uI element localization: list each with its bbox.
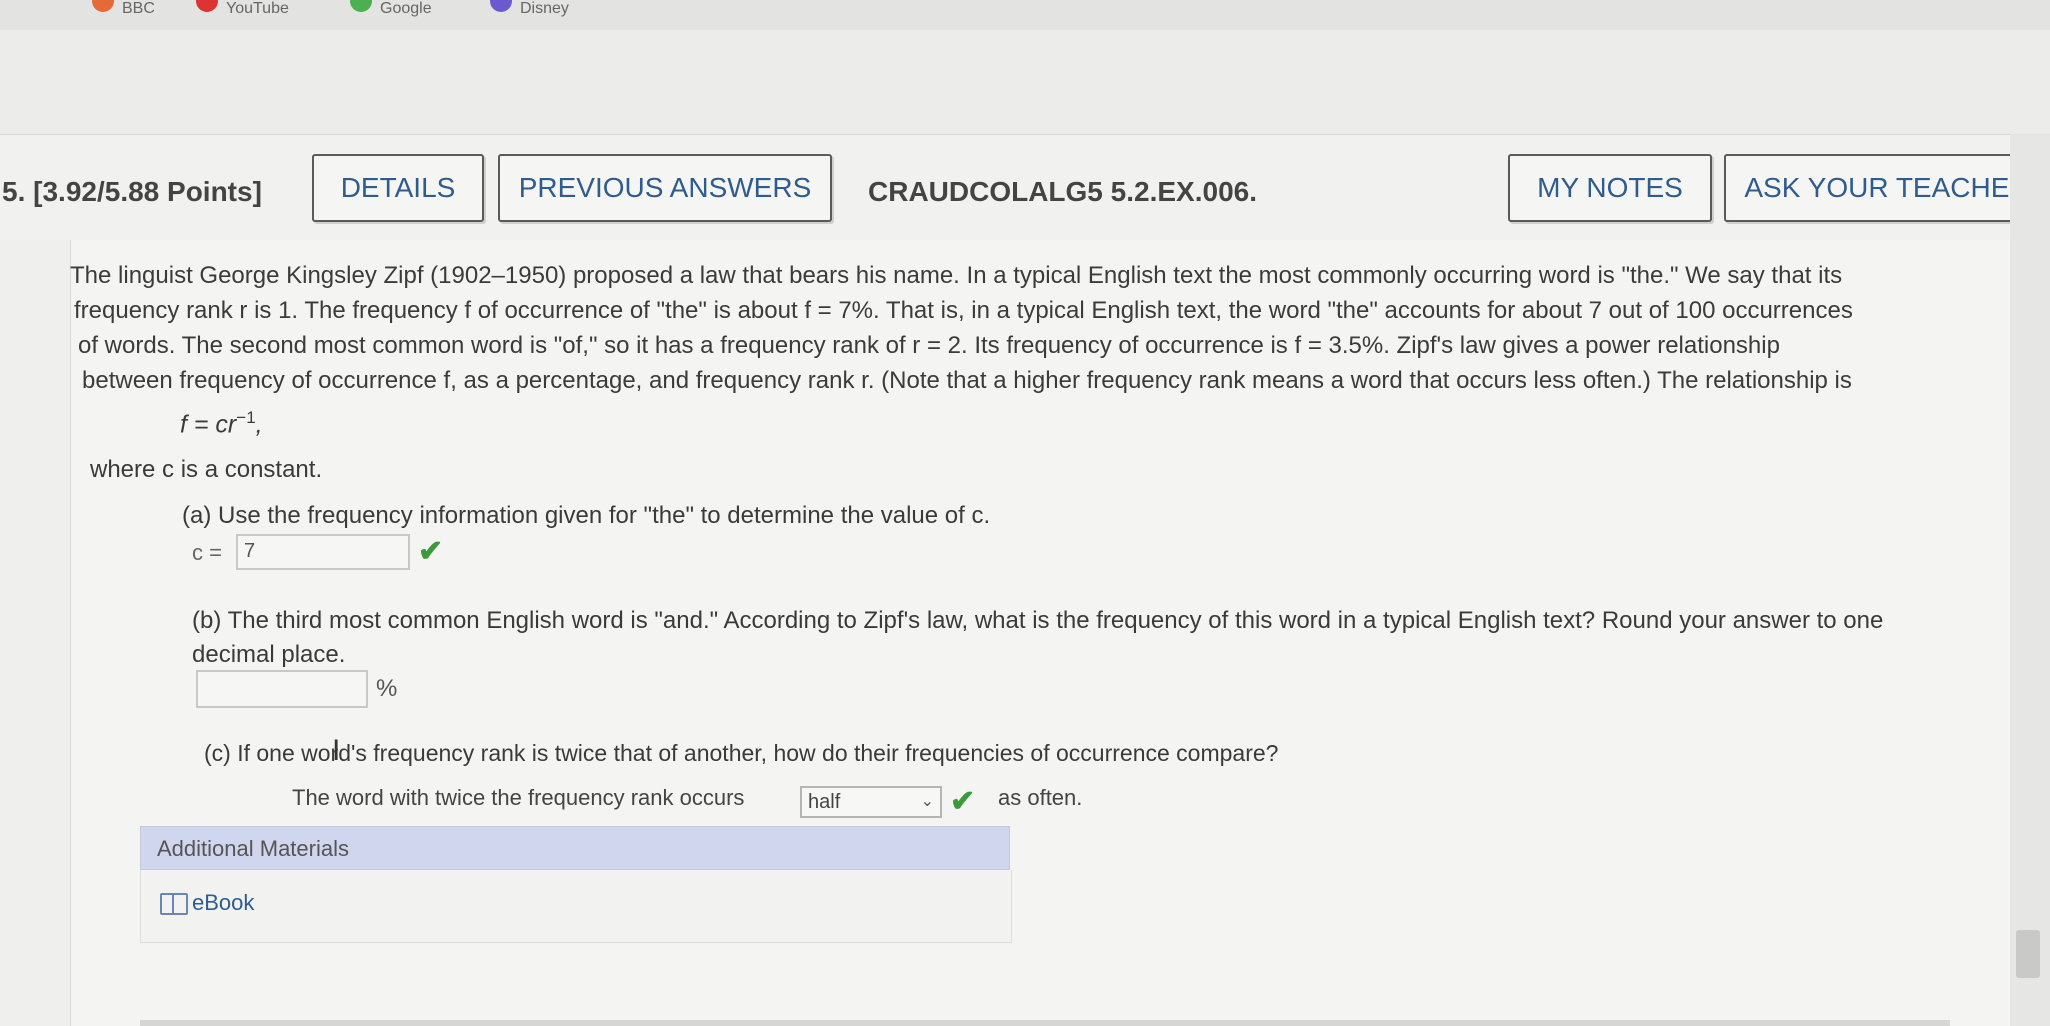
part-c-prompt: (c) If one word's frequency rank is twic… [204, 740, 1279, 766]
details-button[interactable]: DETAILS [312, 154, 484, 222]
part-c-sentence-end: as often. [998, 785, 1083, 810]
book-icon [160, 893, 188, 916]
bookmark-google[interactable]: Google [350, 0, 432, 18]
text-cursor-icon: I [332, 734, 341, 767]
zipf-equation: f = cr−1, [180, 408, 263, 439]
bbc-icon [92, 0, 114, 12]
compare-select[interactable]: half ⌄ [800, 786, 942, 818]
percent-unit: % [376, 675, 398, 702]
bookmark-disney[interactable]: Disney [490, 0, 569, 18]
divider [140, 1020, 1950, 1026]
correct-check-icon: ✔ [950, 785, 976, 818]
problem-line: The linguist George Kingsley Zipf (1902–… [70, 262, 1843, 289]
question-points: 5. [3.92/5.88 Points] [2, 176, 262, 207]
bookmark-bbc[interactable]: BBC [92, 0, 155, 18]
additional-materials-body [140, 870, 1012, 943]
scrollbar-thumb[interactable] [2016, 930, 2040, 978]
ebook-link[interactable]: eBook [160, 890, 254, 916]
chevron-down-icon: ⌄ [920, 793, 934, 810]
frequency-answer-input[interactable] [196, 670, 368, 708]
browser-bookmarks-bar: BBC YouTube Google Disney [0, 0, 2050, 31]
problem-text: The linguist George Kingsley Zipf (1902–… [70, 258, 2030, 398]
my-notes-button[interactable]: MY NOTES [1508, 154, 1712, 222]
scrollbar[interactable] [2010, 134, 2050, 1026]
bookmark-youtube[interactable]: YouTube [196, 0, 289, 18]
part-a-prompt: (a) Use the frequency information given … [182, 502, 991, 529]
additional-materials-header: Additional Materials [140, 826, 1010, 870]
constant-note: where c is a constant. [90, 456, 323, 483]
part-c-sentence: The word with twice the frequency rank o… [292, 785, 745, 810]
problem-line: frequency rank r is 1. The frequency f o… [74, 297, 1853, 324]
part-b-prompt: (b) The third most common English word i… [192, 607, 1884, 668]
disney-icon [490, 0, 512, 12]
c-label: c = [192, 540, 222, 565]
correct-check-icon: ✔ [418, 535, 444, 568]
youtube-icon [196, 0, 218, 12]
header-band [0, 30, 2050, 134]
ask-your-teacher-button[interactable]: ASK YOUR TEACHER [1724, 154, 2050, 222]
question-code: CRAUDCOLALG5 5.2.EX.006. [868, 176, 1257, 207]
google-icon [350, 0, 372, 12]
c-answer-input[interactable]: 7 [236, 534, 410, 570]
problem-line: between frequency of occurrence f, as a … [82, 367, 1852, 394]
problem-line: of words. The second most common word is… [78, 332, 1780, 359]
previous-answers-button[interactable]: PREVIOUS ANSWERS [498, 154, 832, 222]
